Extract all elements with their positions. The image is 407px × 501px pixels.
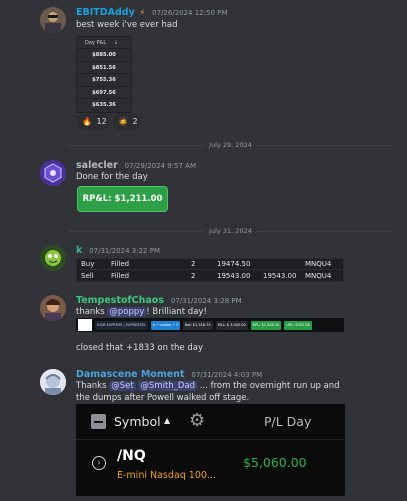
table-row: Buy Filled 2 19474.50 MNQU4 — [77, 259, 343, 270]
mention-set[interactable]: @Set — [109, 381, 136, 391]
timestamp: 07/26/2024 12:50 PM — [152, 9, 228, 17]
message-ebitdaddy: EBITDAddy ⚡ 07/26/2024 12:50 PM best wee… — [0, 0, 407, 135]
position-card-image[interactable]: Symbol ▲ ⚙ P/L Day › /NQ E-mini Nasdaq 1… — [76, 404, 345, 496]
pl-day-value: $5,060.00 — [243, 455, 307, 470]
orders-image[interactable]: Buy Filled 2 19474.50 MNQU4 Sell Filled … — [76, 258, 344, 282]
rpl-chip: RPL: $1,548.35 — [250, 320, 282, 330]
lightning-icon: ⚡ — [139, 8, 146, 17]
avatar[interactable] — [40, 7, 66, 33]
divider-label: July 31, 2024 — [203, 227, 258, 235]
message-text: closed that +1833 on the day — [76, 343, 203, 353]
reaction-count: 2 — [132, 117, 138, 126]
symbol-description: E-mini Nasdaq 100... — [117, 470, 216, 481]
mention-poppy[interactable]: @poppy — [107, 307, 147, 317]
platform-screenshot[interactable]: DOM EXPRESS | EXPRESSEL A • Leader • 3 B… — [76, 318, 344, 332]
balance-chip: Bal: $1,318.75 — [182, 320, 213, 330]
sort-up-icon: ▲ — [164, 416, 171, 425]
gear-icon: ⚙ — [189, 410, 206, 431]
date-divider: July 31, 2024 — [68, 227, 393, 235]
message-text: Thanks @Set @Smith_Dad ... from the over… — [76, 381, 340, 391]
table-row: $697.56 — [77, 87, 131, 99]
message-damascene: Damascene Moment 07/31/2024 4:03 PM Than… — [0, 364, 407, 404]
face-icon: 🧔 — [118, 117, 128, 126]
avatar[interactable] — [40, 369, 66, 395]
message-text: best week i've ever had — [76, 20, 178, 30]
reaction-face[interactable]: 🧔 2 — [113, 113, 141, 130]
card-header: Symbol ▲ ⚙ P/L Day — [76, 404, 345, 440]
column-symbol: Symbol — [114, 414, 161, 429]
dom-chip: DOM EXPRESS | EXPRESSEL — [95, 320, 148, 330]
attached-image[interactable]: Day P&L ↓ $885.00 $851.56 $755.36 $697.5… — [76, 36, 132, 113]
table-row: $851.56 — [77, 62, 131, 74]
username[interactable]: Damascene Moment — [76, 369, 184, 380]
fire-icon: 🔥 — [82, 117, 92, 126]
message-text: Done for the day — [76, 172, 148, 182]
message-salecler: salecler 07/29/2024 9:57 AM Done for the… — [0, 150, 407, 220]
timestamp: 07/31/2024 3:28 PM — [170, 297, 242, 305]
username[interactable]: salecler — [76, 160, 118, 171]
divider-label: July 29, 2024 — [203, 141, 258, 149]
checkbox-icon — [91, 414, 106, 429]
tradovate-logo — [78, 319, 92, 331]
expand-circle-icon: › — [92, 456, 106, 470]
timestamp: 07/31/2024 4:03 PM — [191, 371, 263, 379]
mll-chip: MLL: $ 3,000.00 — [215, 320, 248, 330]
username[interactable]: k — [76, 245, 82, 256]
arrow-down-icon: ↓ — [113, 40, 118, 46]
table-row: $755.36 — [77, 74, 131, 87]
account-chip: A • Leader • 3 — [150, 320, 180, 330]
table-header: Day P&L ↓ — [77, 37, 131, 49]
timestamp: 07/31/2024 3:22 PM — [89, 247, 160, 255]
reaction-count: 12 — [96, 117, 107, 126]
avatar[interactable] — [40, 160, 66, 186]
avatar[interactable] — [40, 245, 66, 271]
table-row: Sell Filled 2 19543.00 19543.00 MNQU4 — [81, 271, 332, 280]
rpl-image[interactable]: RP&L: $1,211.00 — [77, 186, 168, 212]
message-text: thanks @poppy! Brilliant day! — [76, 307, 207, 317]
date-divider: July 29, 2024 — [68, 141, 393, 149]
table-row: $635.36 — [92, 102, 116, 108]
table-row: $885.00 — [77, 49, 131, 62]
reaction-fire[interactable]: 🔥 12 — [77, 113, 109, 130]
username[interactable]: EBITDAddy — [76, 7, 135, 18]
avatar[interactable] — [40, 295, 66, 321]
username[interactable]: TempestofChaos — [76, 295, 164, 306]
message-text-line2: the dumps after Powell walked off stage. — [76, 393, 250, 403]
symbol: /NQ — [117, 448, 146, 464]
column-pl-day: P/L Day — [264, 414, 312, 429]
mention-smith-dad[interactable]: @Smith_Dad — [138, 381, 198, 391]
upl-chip: UPL: $932.56 — [284, 320, 312, 330]
timestamp: 07/29/2024 9:57 AM — [124, 162, 196, 170]
position-row: › /NQ E-mini Nasdaq 100... $5,060.00 — [76, 440, 345, 496]
